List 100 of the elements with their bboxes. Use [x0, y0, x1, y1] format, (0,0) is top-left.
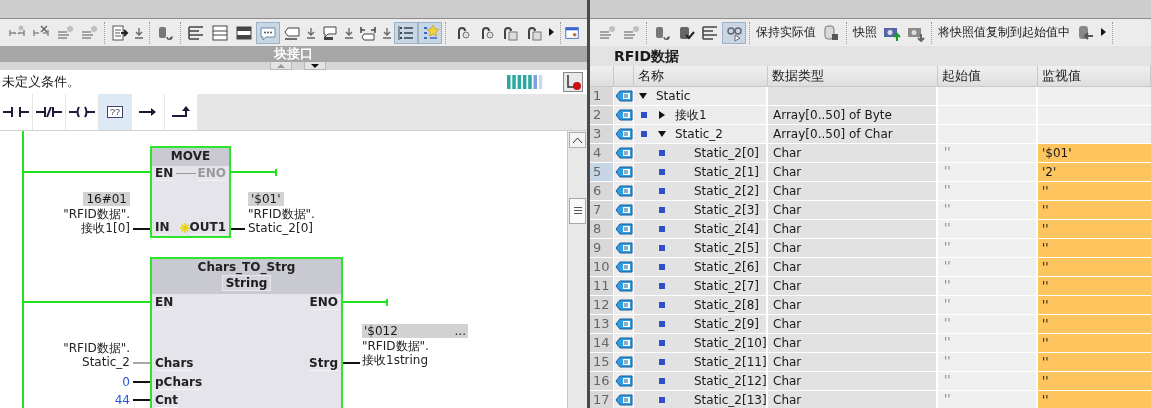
- operand-text: "RFID数据".: [63, 341, 130, 355]
- monitor-value-cell: '': [1038, 296, 1151, 314]
- data-type-cell: Array[0..50] of Char: [768, 125, 938, 143]
- data-type-cell: Char: [768, 391, 938, 408]
- row-number[interactable]: 17: [590, 391, 614, 408]
- tag-name: Static_2[6]: [694, 260, 759, 274]
- condition-message: 未定义条件。: [2, 73, 81, 91]
- row-number[interactable]: 13: [590, 315, 614, 333]
- instruction-button[interactable]: ??: [99, 94, 131, 130]
- empty-box-label: ??: [107, 106, 123, 118]
- row-number[interactable]: 2: [590, 106, 614, 124]
- data-type-cell: Char: [768, 163, 938, 181]
- tag-name: Static_2[0]: [694, 146, 759, 160]
- operand-text: "RFID数据".: [63, 207, 130, 221]
- row-number[interactable]: 9: [590, 239, 614, 257]
- monitor-value-cell: '': [1038, 277, 1151, 295]
- row-number[interactable]: 15: [590, 353, 614, 371]
- tag-name: Static_2[7]: [694, 279, 759, 293]
- convert-block[interactable]: Chars_TO_Strg String EN ENO Chars pChars Cnt Strg: [150, 257, 343, 408]
- data-type-cell: Char: [768, 182, 938, 200]
- pin-label: ENO: [197, 166, 226, 181]
- pin-label: pChars: [155, 375, 203, 390]
- ellipsis-text: ...: [454, 324, 466, 338]
- row-number[interactable]: 5: [590, 163, 614, 181]
- start-value-cell: '': [938, 201, 1038, 219]
- pin-label: IN: [155, 220, 170, 235]
- monitor-value-cell: '': [1038, 239, 1151, 257]
- monitor-value-cell: '': [1038, 201, 1151, 219]
- row-number[interactable]: 7: [590, 201, 614, 219]
- column-header[interactable]: 监视值: [1038, 66, 1151, 86]
- operand-text: 0: [122, 375, 130, 389]
- data-block-title: RFID数据: [590, 46, 1151, 66]
- monitor-value-cell: '': [1038, 258, 1151, 276]
- operand-text: Static_2: [82, 355, 130, 369]
- toolbar-button[interactable]: 快照: [850, 21, 880, 44]
- monitor-value-cell: '': [1038, 391, 1151, 408]
- monitor-value-cell: '$01': [1038, 144, 1151, 162]
- value-display: 16#01: [83, 192, 130, 206]
- monitor-value-cell: '2': [1038, 163, 1151, 181]
- tag-name: Static_2[11]: [694, 355, 767, 369]
- start-value-cell: '': [938, 144, 1038, 162]
- pin-label: Cnt: [155, 393, 179, 408]
- row-number[interactable]: 4: [590, 144, 614, 162]
- start-value-cell: '': [938, 334, 1038, 352]
- data-type-cell: Char: [768, 334, 938, 352]
- start-value-cell: '': [938, 163, 1038, 181]
- start-value-cell: '': [938, 182, 1038, 200]
- row-number[interactable]: 10: [590, 258, 614, 276]
- start-value-cell: '': [938, 372, 1038, 390]
- tag-name: Static_2: [675, 127, 723, 141]
- tag-name: Static_2[3]: [694, 203, 759, 217]
- tag-name: Static_2[5]: [694, 241, 759, 255]
- start-value-cell: '': [938, 391, 1038, 408]
- tag-name: 接收1: [675, 106, 707, 124]
- column-header[interactable]: 名称: [634, 66, 768, 86]
- block-title: MOVE: [170, 149, 211, 163]
- row-number[interactable]: 3: [590, 125, 614, 143]
- data-type-cell: Char: [768, 277, 938, 295]
- data-type-cell: Array[0..50] of Byte: [768, 106, 938, 124]
- type-selector[interactable]: String: [221, 275, 272, 291]
- tag-name: Static_2[9]: [694, 317, 759, 331]
- monitor-value-cell: '': [1038, 220, 1151, 238]
- operand-text: 44: [114, 393, 130, 407]
- pin-label: Strg: [309, 356, 338, 371]
- pin-label: EN: [155, 295, 174, 310]
- start-value-cell: '': [938, 220, 1038, 238]
- start-value-cell: '': [938, 296, 1038, 314]
- tag-name: Static_2[4]: [694, 222, 759, 236]
- data-type-cell: Char: [768, 353, 938, 371]
- row-number[interactable]: 1: [590, 87, 614, 105]
- column-header[interactable]: 数据类型: [768, 66, 938, 86]
- toolbar-button[interactable]: 将快照值复制到起始值中: [935, 21, 1073, 44]
- row-number[interactable]: 11: [590, 277, 614, 295]
- start-value-cell: '': [938, 277, 1038, 295]
- tag-name: Static_2[12]: [694, 374, 767, 388]
- start-value-cell: '': [938, 315, 1038, 333]
- pin-label: OUT1: [189, 220, 226, 235]
- pin-label: Chars: [155, 356, 194, 371]
- operand-text: 接收1string: [362, 353, 429, 367]
- data-type-cell: Char: [768, 258, 938, 276]
- row-number[interactable]: 16: [590, 372, 614, 390]
- row-number[interactable]: 14: [590, 334, 614, 352]
- value-display: '$01': [248, 192, 284, 206]
- toolbar-button[interactable]: 保持实际值: [753, 21, 819, 44]
- column-header[interactable]: 起始值: [938, 66, 1038, 86]
- block-interface-bar[interactable]: 块接口: [0, 46, 587, 62]
- row-number[interactable]: 12: [590, 296, 614, 314]
- tag-name: Static_2[1]: [694, 165, 759, 179]
- data-type-cell: Char: [768, 315, 938, 333]
- block-title: Chars_TO_Strg: [197, 260, 296, 274]
- data-type-cell: Char: [768, 144, 938, 162]
- tag-name: Static_2[10]: [694, 336, 767, 350]
- row-number[interactable]: 6: [590, 182, 614, 200]
- operand-text: "RFID数据".: [362, 339, 429, 353]
- tag-name: Static: [656, 89, 691, 103]
- row-number[interactable]: 8: [590, 220, 614, 238]
- monitor-value-cell: '': [1038, 315, 1151, 333]
- data-type-cell: Char: [768, 372, 938, 390]
- start-value-cell: '': [938, 258, 1038, 276]
- tag-name: Static_2[8]: [694, 298, 759, 312]
